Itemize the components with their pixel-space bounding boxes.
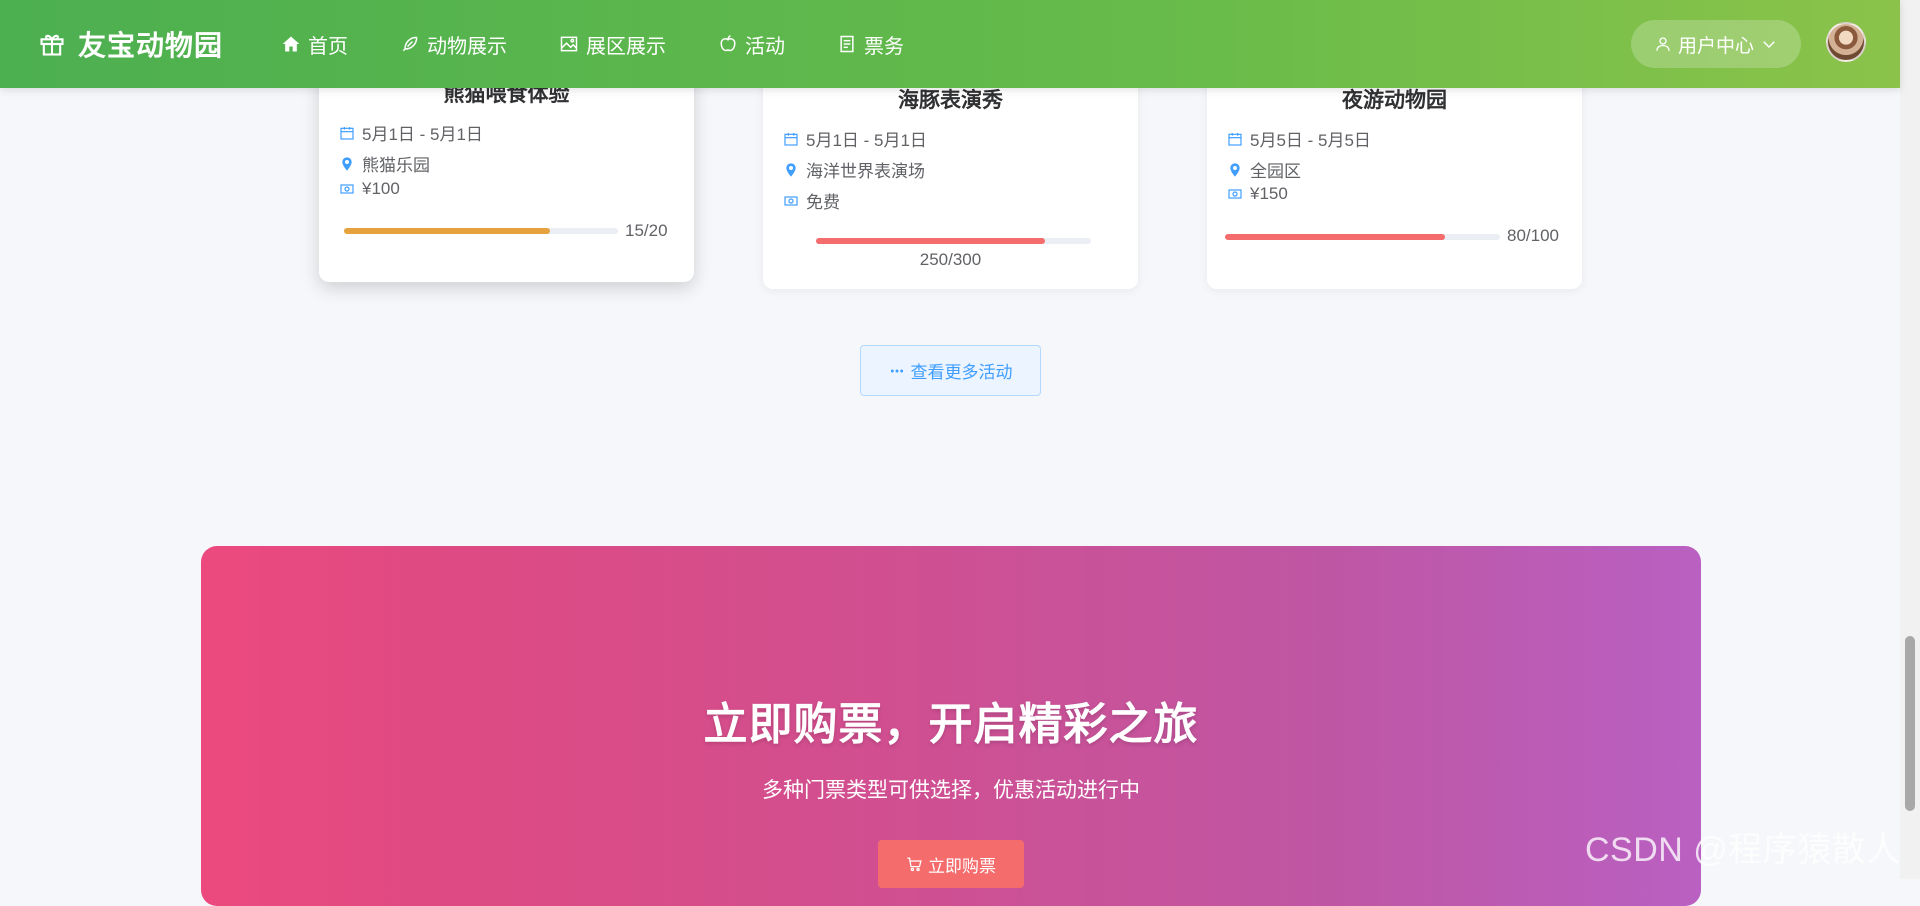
activity-date: 5月1日 - 5月1日: [783, 126, 927, 151]
activity-progress-bar: [344, 228, 618, 234]
activity-price: ¥100: [339, 179, 400, 199]
user-center-label: 用户中心: [1677, 35, 1754, 57]
activity-price: 免费: [783, 188, 840, 213]
nav-item-animals[interactable]: 动物展示: [400, 30, 507, 59]
ticket-icon: [340, 184, 354, 194]
activity-price-text: ¥150: [1250, 184, 1288, 203]
location-icon: [1230, 162, 1240, 177]
activity-date-text: 5月5日 - 5月5日: [1250, 131, 1371, 150]
nav-label: 票务: [864, 35, 905, 58]
activity-title: 海豚表演秀: [898, 89, 1003, 112]
ticket-icon: [1228, 189, 1242, 199]
apple-icon: [720, 34, 736, 52]
buy-ticket-button[interactable]: 立即购票: [878, 840, 1024, 888]
nav-label: 动物展示: [427, 35, 508, 58]
activity-progress-fill: [816, 238, 1046, 244]
activity-location: 熊猫乐园: [339, 151, 430, 176]
nav-item-tickets[interactable]: 票务: [837, 30, 904, 59]
calendar-icon: [784, 132, 798, 146]
activity-date-text: 5月1日 - 5月1日: [806, 131, 927, 150]
activity-progress-fill: [344, 228, 550, 234]
scrollbar-thumb[interactable]: [1905, 636, 1915, 811]
nav-label: 展区展示: [586, 35, 667, 58]
activity-progress-text: 80/100: [1507, 226, 1559, 245]
nav-item-home[interactable]: 首页: [281, 30, 348, 59]
more-dots-icon: [890, 369, 903, 372]
brand-title: 友宝动物园: [78, 30, 224, 61]
buy-ticket-label: 立即购票: [928, 856, 996, 876]
calendar-icon: [1228, 132, 1242, 146]
more-activities-label: 查看更多活动: [910, 363, 1013, 382]
banner-title: 立即购票，开启精彩之旅: [703, 700, 1199, 749]
cart-icon: [907, 856, 922, 871]
nav-label: 活动: [745, 35, 786, 58]
location-icon: [342, 156, 352, 171]
activity-location: 海洋世界表演场: [783, 157, 925, 182]
page-scrollbar[interactable]: [1900, 0, 1920, 879]
activity-location-text: 熊猫乐园: [362, 156, 430, 175]
user-center-dropdown[interactable]: 用户中心: [1631, 20, 1801, 68]
more-activities-button[interactable]: 查看更多活动: [860, 345, 1041, 396]
activity-location-text: 海洋世界表演场: [806, 162, 925, 181]
nav-label: 首页: [308, 35, 349, 58]
activity-price: ¥150: [1227, 184, 1288, 204]
nav-item-activities[interactable]: 活动: [718, 30, 785, 59]
activity-price-text: ¥100: [362, 179, 400, 198]
nav-item-exhibits[interactable]: 展区展示: [559, 30, 666, 59]
calendar-icon: [340, 126, 354, 140]
main-nav: 首页 动物展示 展区展示 活动 票务: [281, 30, 956, 59]
document-icon: [840, 35, 854, 53]
location-icon: [786, 162, 796, 177]
watermark: CSDN @程序猿散人: [1585, 831, 1901, 869]
chevron-down-icon: [1763, 41, 1775, 49]
activity-progress-fill: [1225, 234, 1445, 240]
activity-location-text: 全园区: [1250, 162, 1301, 181]
ticket-banner: 立即购票，开启精彩之旅 多种门票类型可供选择，优惠活动进行中 立即购票: [201, 546, 1701, 906]
ticket-icon: [784, 195, 798, 206]
activity-progress-bar: [816, 238, 1091, 244]
activity-date-text: 5月1日 - 5月1日: [362, 125, 483, 144]
activity-progress-text: 250/300: [919, 250, 982, 269]
activity-title: 夜游动物园: [1342, 89, 1447, 112]
activity-card[interactable]: 夜游动物园 5月5日 - 5月5日 全园区 ¥150 80/100: [1207, 60, 1582, 289]
activity-progress-text: 15/20: [625, 221, 668, 240]
picture-icon: [560, 36, 578, 52]
feather-icon: [402, 36, 418, 52]
activity-progress-bar: [1225, 234, 1500, 240]
banner-subtitle: 多种门票类型可供选择，优惠活动进行中: [762, 779, 1140, 802]
activity-date: 5月5日 - 5月5日: [1227, 126, 1371, 151]
activity-date: 5月1日 - 5月1日: [339, 120, 483, 145]
activity-price-text: 免费: [806, 193, 840, 212]
top-navbar: 友宝动物园 首页 动物展示 展区展示 活动 票务 用户中心: [0, 0, 1900, 88]
activity-card[interactable]: 熊猫喂食体验 5月1日 - 5月1日 熊猫乐园 ¥100 15/20: [319, 60, 694, 282]
avatar[interactable]: [1826, 22, 1866, 62]
activity-location: 全园区: [1227, 157, 1301, 182]
user-icon: [1656, 37, 1670, 51]
brand[interactable]: 友宝动物园: [38, 24, 223, 64]
activity-card[interactable]: 海豚表演秀 5月1日 - 5月1日 海洋世界表演场 免费 250/300: [763, 60, 1138, 289]
gift-icon: [40, 34, 64, 56]
home-icon: [282, 36, 300, 52]
